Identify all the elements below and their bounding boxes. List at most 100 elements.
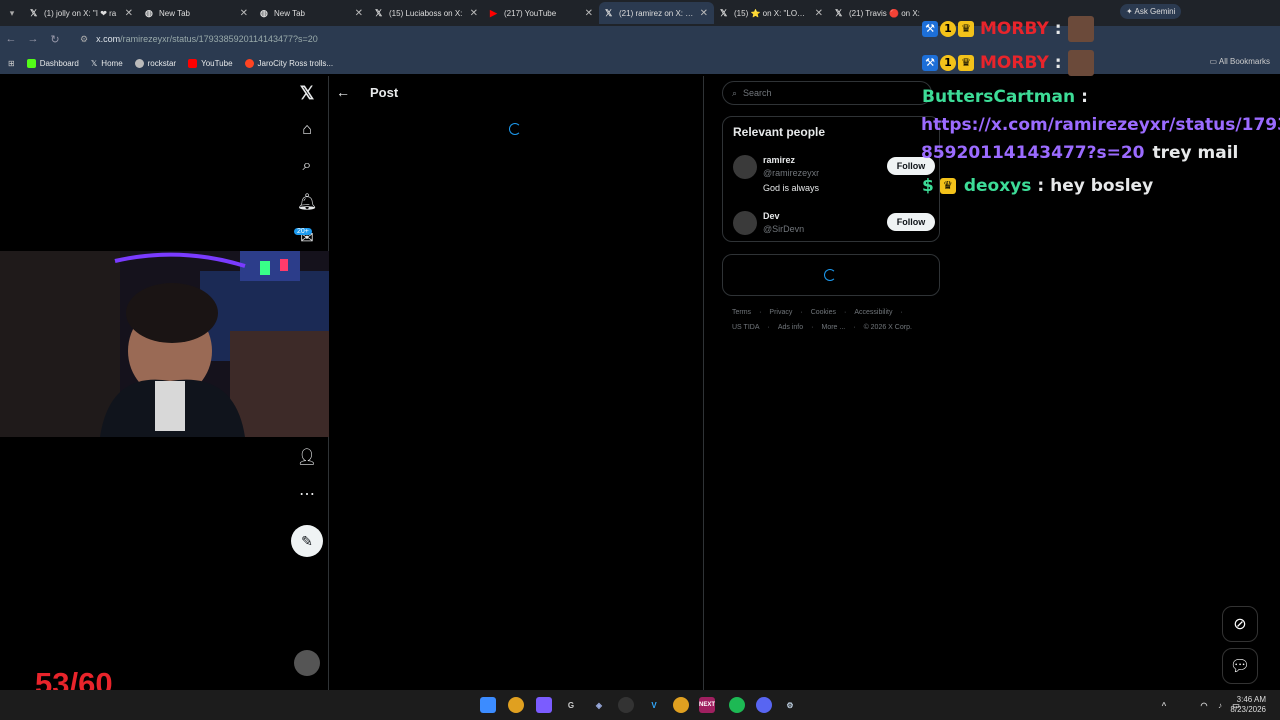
footer-us-tida[interactable]: US TIDA [732,324,760,331]
close-tab-icon[interactable]: ✕ [470,8,478,19]
footer-accessibility[interactable]: Accessibility [854,309,892,316]
more-icon[interactable]: ⋯ [288,479,326,509]
footer-links-row2: US TIDA · Ads info · More ... · © 2026 X Co… [732,324,912,331]
relevant-people-card: Relevant people ramirez @ramirezeyxr God… [722,116,940,242]
footer-privacy[interactable]: Privacy [769,309,792,316]
footer-links-row1: Terms · Privacy · Cookies · Accessibility · [732,309,903,316]
rockstar-icon [134,58,144,68]
messages-drawer-icon[interactable]: 💬︎ [1222,648,1258,684]
tab-6[interactable]: 𝕏 (15) ⭐ on X: "LOUIE ✕ [714,2,829,24]
chat-message: ⚒ 1 ♛ MORBY : [922,50,1094,76]
footer-terms[interactable]: Terms [732,309,751,316]
chat-emote [1067,50,1094,76]
windows-taskbar: G ◈ V NEXT ⚙ ^ ◠ ♪ ▭ 3:46 AM 8/23/2026 [0,690,1280,720]
crown-badge-icon: ♛ [958,21,974,37]
back-icon[interactable]: ← [0,33,22,45]
url-field[interactable]: ⚙ x.com/ramirezeyxr/status/1793385920114… [74,29,904,49]
chat-emote [1067,16,1094,42]
all-bookmarks[interactable]: ▭ All Bookmarks [1210,57,1270,66]
grok-icon[interactable]: ⊘ [1222,606,1258,642]
x-logo-icon: 𝕏 [90,58,98,68]
vpn-icon[interactable]: ◈ [591,697,607,713]
divider-right [703,76,704,690]
app-grid-icon[interactable] [536,697,552,713]
avatar[interactable] [733,211,757,235]
profile-icon[interactable]: 👤︎ [288,442,326,472]
reload-icon[interactable]: ↻ [44,33,66,46]
chat-message-link: https://x.com/ramirezeyxr/status/17933 [921,115,1280,135]
x-logo-icon: 𝕏 [720,7,728,18]
loading-spinner [824,269,836,281]
site-info-icon[interactable]: ⚙ [80,34,88,45]
steam-icon[interactable]: ⚙ [782,697,798,713]
pin-badge-icon: ⚒ [922,55,938,71]
sub-badge-icon: 1 [940,55,956,71]
sub-badge-icon: 1 [940,21,956,37]
next-app-icon[interactable]: NEXT [699,697,715,713]
trends-loading-card [722,254,940,296]
footer-ads-info[interactable]: Ads info [778,324,803,331]
url-domain: x.com [96,34,121,44]
search-icon: ⌕ [732,87,738,98]
compose-post-button[interactable]: ✎ [291,525,323,557]
x-logo-icon[interactable]: 𝕏 [288,78,326,108]
webcam-image [0,251,329,437]
footer-cookies[interactable]: Cookies [811,309,836,316]
home-icon[interactable]: ⌂ [288,115,326,145]
search-icon[interactable]: ⌕ [288,151,326,181]
globe-icon: ◍ [260,7,268,18]
bookmark-dashboard[interactable]: Dashboard [26,58,79,68]
chrome-icon[interactable] [673,697,689,713]
close-tab-icon[interactable]: ✕ [355,8,363,19]
footer-more[interactable]: More ... [821,324,845,331]
tab-2[interactable]: ◍ New Tab ✕ [254,2,369,24]
apps-grid-icon[interactable]: ⊞ [8,59,15,68]
tab-3[interactable]: 𝕏 (15) Luciaboss on X: ✕ [369,2,484,24]
forward-icon[interactable]: → [22,33,44,45]
obs-icon[interactable] [618,697,634,713]
webcam-overlay [0,251,329,437]
ask-gemini-button[interactable]: ✦ Ask Gemini [1120,4,1182,19]
tab-7[interactable]: 𝕏 (21) Travis 🔴 on X: [829,2,927,24]
crown-badge-icon: ♛ [939,178,956,194]
avatar[interactable] [733,155,757,179]
loading-spinner [509,123,521,135]
follow-button[interactable]: Follow [887,213,935,231]
close-tab-icon[interactable]: ✕ [815,8,823,19]
close-tab-icon[interactable]: ✕ [585,8,593,19]
tab-5-active[interactable]: 𝕏 (21) ramirez on X: "La ✕ [599,2,714,24]
tab-search-icon[interactable]: ▾ [0,8,24,19]
close-tab-icon[interactable]: ✕ [125,8,133,19]
windows-start-icon[interactable] [480,697,496,713]
discord-icon[interactable] [756,697,772,713]
bookmark-youtube[interactable]: YouTube [188,58,233,68]
bookmark-rockstar[interactable]: rockstar [134,58,176,68]
tab-4[interactable]: ▶ (217) YouTube ✕ [484,2,599,24]
back-arrow-icon[interactable]: ← [336,84,350,100]
chat-message: $ ♛ deoxys : hey bosley [922,176,1154,196]
notifications-bell-icon[interactable]: 🔔︎ [288,187,326,217]
bookmark-home[interactable]: 𝕏 Home [91,59,123,68]
search-input[interactable]: ⌕ Search [722,81,932,105]
volume-icon[interactable]: ♪ [1212,697,1228,713]
taskbar-clock[interactable]: 3:46 AM 8/23/2026 [1230,695,1266,715]
wifi-icon[interactable]: ◠ [1196,697,1212,713]
url-path: /ramirezeyxr/status/1793385920114143477?… [120,34,318,44]
close-tab-icon[interactable]: ✕ [240,8,248,19]
tray-chevron-icon[interactable]: ^ [1156,697,1172,713]
tab-1[interactable]: ◍ New Tab ✕ [139,2,254,24]
x-logo-icon: 𝕏 [835,7,843,18]
close-tab-icon[interactable]: ✕ [700,8,708,19]
account-avatar[interactable] [294,650,320,676]
bookmark-jarocity[interactable]: JaroCity Ross trolls... [244,58,333,68]
x-logo-icon: 𝕏 [375,7,383,18]
chrome-icon[interactable] [508,697,524,713]
chat-message: ⚒ 1 ♛ MORBY : [922,16,1094,42]
g-app-icon[interactable]: G [563,697,579,713]
tab-0[interactable]: 𝕏 (1) jolly on X: "I ❤ ra ✕ [24,2,139,24]
pin-badge-icon: ⚒ [922,21,938,37]
reddit-icon [244,58,254,68]
footer-copyright: © 2026 X Corp. [863,324,912,331]
vscode-icon[interactable]: V [646,697,662,713]
spotify-icon[interactable] [729,697,745,713]
